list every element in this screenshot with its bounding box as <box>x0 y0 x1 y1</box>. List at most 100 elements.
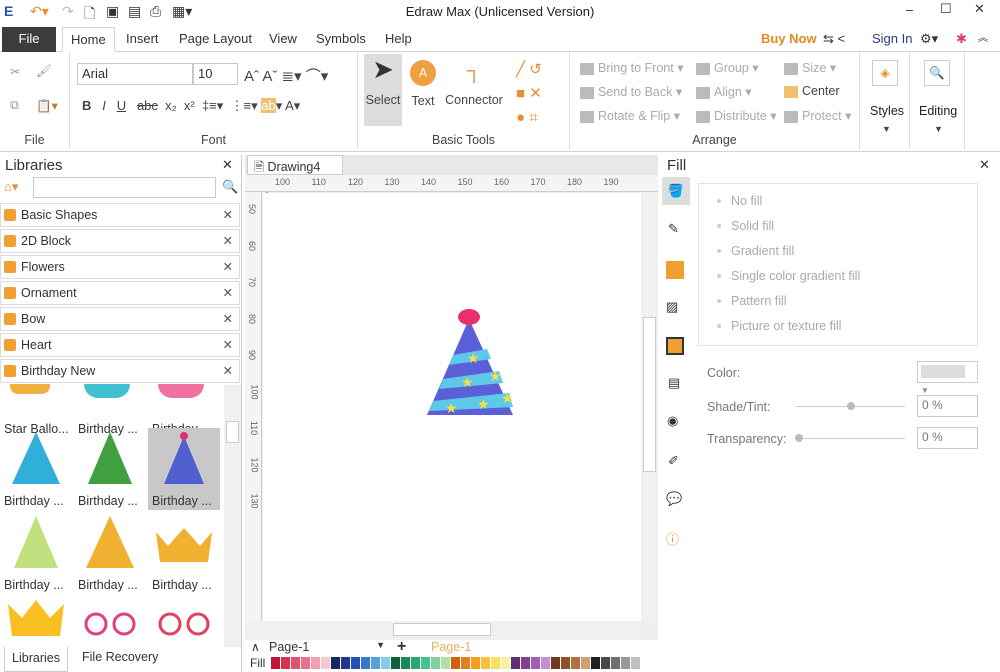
shade-slider[interactable] <box>795 402 905 410</box>
globe-icon[interactable]: ◉ <box>667 413 678 429</box>
color-swatch[interactable] <box>531 657 540 669</box>
note-icon[interactable]: ✐ <box>668 453 679 469</box>
comment-icon[interactable]: 💬 <box>666 491 682 507</box>
color-picker[interactable]: ▼ <box>917 361 978 395</box>
drawing-page[interactable]: ★ ★ ★ ★ ★ ★ <box>263 193 641 623</box>
tab-libraries[interactable]: Libraries <box>4 647 68 672</box>
color-swatch[interactable] <box>511 657 520 669</box>
close-library-icon[interactable]: ✕ <box>223 230 233 252</box>
help-icon[interactable]: ⓘ <box>666 529 679 548</box>
close-library-icon[interactable]: ✕ <box>223 308 233 330</box>
color-swatch[interactable] <box>491 657 500 669</box>
color-swatch[interactable] <box>611 657 620 669</box>
settings-icon[interactable]: ⚙▾ <box>912 27 946 52</box>
color-swatch[interactable] <box>551 657 560 669</box>
library-search-input[interactable] <box>33 177 216 198</box>
color-swatch[interactable] <box>601 657 610 669</box>
color-swatch[interactable] <box>631 657 640 669</box>
color-swatch[interactable] <box>311 657 320 669</box>
maximize-icon[interactable]: ☐ <box>940 1 952 17</box>
shape-birthday-crown[interactable]: Birthday ... <box>148 512 220 594</box>
shape-birthday-hat[interactable]: Birthday ... <box>74 512 146 594</box>
shape-birthday-hat[interactable]: Birthday ... <box>74 428 146 510</box>
styles-button[interactable]: ◈ Styles ▼ <box>860 52 910 150</box>
page-tab-active[interactable]: Page-1 <box>431 640 471 654</box>
color-swatch[interactable] <box>341 657 350 669</box>
color-swatch[interactable] <box>291 657 300 669</box>
close-library-icon[interactable]: ✕ <box>223 334 233 356</box>
color-swatch[interactable] <box>361 657 370 669</box>
horizontal-scrollbar[interactable] <box>245 621 641 638</box>
color-swatch[interactable] <box>501 657 510 669</box>
tab-home[interactable]: Home <box>62 27 115 52</box>
shade-input[interactable]: 0 % <box>917 395 978 417</box>
distribute-button[interactable]: Distribute ▾ <box>696 108 777 123</box>
color-swatch[interactable] <box>541 657 550 669</box>
transparency-input[interactable]: 0 % <box>917 427 978 449</box>
select-button[interactable]: ➤ Select <box>364 54 402 126</box>
copy-icon[interactable]: ⧉ <box>10 98 19 113</box>
send-to-back-button[interactable]: Send to Back ▾ <box>580 84 682 99</box>
shape-birthday-hat[interactable]: Birthday ... <box>0 512 72 594</box>
close-icon[interactable]: ✕ <box>974 1 985 17</box>
library-category[interactable]: Ornament ✕ <box>0 281 240 305</box>
tab-page-layout[interactable]: Page Layout <box>171 27 260 52</box>
color-swatch[interactable] <box>431 657 440 669</box>
color-swatch[interactable] <box>381 657 390 669</box>
color-swatch[interactable] <box>421 657 430 669</box>
tab-view[interactable]: View <box>261 27 305 52</box>
shape-glasses[interactable] <box>74 596 146 654</box>
color-swatch[interactable] <box>401 657 410 669</box>
tab-insert[interactable]: Insert <box>118 27 167 52</box>
transparency-slider[interactable] <box>795 434 905 442</box>
shape-birthday-hat[interactable]: Birthday ... <box>0 428 72 510</box>
search-icon[interactable]: 🔍 <box>222 179 238 195</box>
color-swatch[interactable] <box>481 657 490 669</box>
close-libraries-icon[interactable]: ✕ <box>222 157 233 173</box>
cut-icon[interactable]: ✂ <box>10 64 20 79</box>
close-library-icon[interactable]: ✕ <box>223 256 233 278</box>
color-swatch[interactable] <box>301 657 310 669</box>
picture-fill-radio[interactable]: Picture or texture fill <box>716 319 841 333</box>
library-category[interactable]: Bow ✕ <box>0 307 240 331</box>
close-library-icon[interactable]: ✕ <box>223 360 233 382</box>
color-swatch[interactable] <box>391 657 400 669</box>
gradient-fill-radio[interactable]: Gradient fill <box>716 244 794 258</box>
editing-button[interactable]: 🔍 Editing ▼ <box>910 52 965 150</box>
shadow-icon[interactable] <box>666 261 684 279</box>
color-swatch[interactable] <box>471 657 480 669</box>
color-swatch[interactable] <box>351 657 360 669</box>
color-swatch[interactable] <box>461 657 470 669</box>
color-swatch[interactable] <box>331 657 340 669</box>
document-tab[interactable]: 🗎 Drawing4 ✕ <box>247 155 343 195</box>
color-swatch[interactable] <box>451 657 460 669</box>
close-library-icon[interactable]: ✕ <box>223 282 233 304</box>
align-button[interactable]: Align ▾ <box>696 84 752 99</box>
home-icon[interactable]: ⌂▾ <box>4 179 18 195</box>
color-swatch[interactable] <box>411 657 420 669</box>
connector-button[interactable]: ┐ Connector <box>444 60 504 107</box>
no-fill-radio[interactable]: No fill <box>716 194 762 208</box>
expand-icon[interactable]: ∧ <box>251 640 260 654</box>
text-button[interactable]: A Text <box>408 60 438 108</box>
shape-glasses[interactable] <box>148 596 220 654</box>
pattern-fill-radio[interactable]: Pattern fill <box>717 294 787 308</box>
page-select[interactable]: Page-1 ▼ <box>269 640 385 654</box>
color-swatch[interactable] <box>271 657 280 669</box>
color-swatch[interactable] <box>581 657 590 669</box>
collapse-ribbon-icon[interactable]: ︽ <box>970 27 996 52</box>
add-page-icon[interactable]: + <box>397 638 406 656</box>
color-swatch[interactable] <box>321 657 330 669</box>
paste-icon[interactable]: 📋▾ <box>36 98 58 114</box>
library-scrollbar[interactable] <box>224 385 241 647</box>
color-swatch[interactable] <box>561 657 570 669</box>
color-swatch[interactable] <box>591 657 600 669</box>
group-button[interactable]: Group ▾ <box>696 60 759 75</box>
layer-icon[interactable] <box>666 337 684 355</box>
protect-button[interactable]: Protect ▾ <box>784 108 851 123</box>
grow-font-icon[interactable]: Aˆ Aˇ ≣▾ ⌒▾ <box>244 65 328 86</box>
size-button[interactable]: Size ▾ <box>784 60 836 75</box>
color-swatch[interactable] <box>441 657 450 669</box>
single-color-gradient-radio[interactable]: Single color gradient fill <box>716 269 860 283</box>
color-swatch[interactable] <box>371 657 380 669</box>
